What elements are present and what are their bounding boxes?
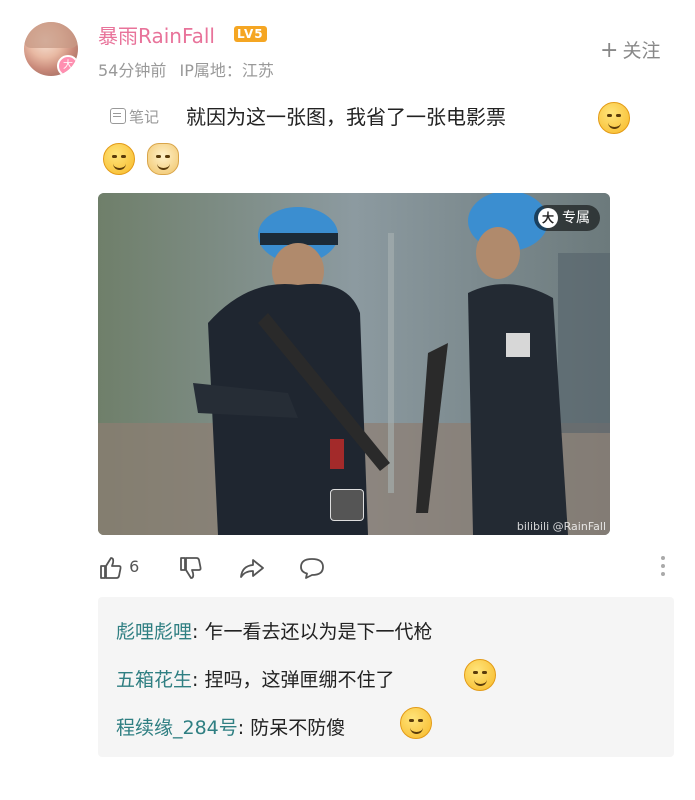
- comment-icon: [300, 557, 324, 579]
- note-tag: 笔记: [110, 106, 159, 127]
- reply-item[interactable]: 程续缘_284号: 防呆不防傻: [116, 713, 345, 740]
- action-bar: 6: [98, 552, 673, 582]
- plus-icon: +: [600, 38, 619, 63]
- reply-text: : 捏吗，这弹匣绷不住了: [192, 669, 395, 691]
- note-icon: [110, 108, 126, 124]
- avatar[interactable]: 大: [24, 22, 78, 76]
- note-label: 笔记: [129, 108, 160, 126]
- like-button[interactable]: 6: [98, 552, 139, 582]
- thumbs-down-icon: [180, 556, 202, 579]
- reply-item[interactable]: 五箱花生: 捏吗，这弹匣绷不住了: [116, 665, 394, 692]
- thumbs-up-icon: [100, 556, 122, 579]
- reply-list: 彪哩彪哩: 乍一看去还以为是下一代枪 五箱花生: 捏吗，这弹匣绷不住了 程续缘_…: [98, 597, 674, 757]
- post-time: 54分钟前: [98, 61, 167, 80]
- laughing-emoji: [400, 707, 432, 739]
- reply-text: : 防呆不防傻: [237, 717, 346, 739]
- reply-username[interactable]: 五箱花生: [116, 669, 192, 691]
- comment-button[interactable]: [298, 552, 326, 582]
- facepalm-emoji: [464, 659, 496, 691]
- image-watermark: bilibili @RainFall: [516, 520, 606, 533]
- dislike-button[interactable]: [178, 552, 204, 582]
- reply-username[interactable]: 彪哩彪哩: [116, 621, 192, 643]
- soldiers-photo: [98, 193, 610, 535]
- post-image[interactable]: 大专属 bilibili @RainFall: [98, 193, 610, 535]
- post-meta: 54分钟前 IP属地：江苏: [98, 57, 282, 81]
- username[interactable]: 暴雨RainFall: [98, 20, 215, 49]
- facepalm-emoji: [103, 143, 135, 175]
- more-options-icon[interactable]: [661, 556, 665, 580]
- like-count: 6: [129, 557, 140, 576]
- doge-emoji: [147, 143, 179, 175]
- thumbnail-icon: [330, 489, 364, 521]
- follow-button[interactable]: + 关注: [600, 36, 660, 63]
- ip-location: IP属地：江苏: [179, 61, 274, 80]
- tag-label: 专属: [562, 210, 590, 226]
- reply-username[interactable]: 程续缘_284号: [116, 717, 238, 739]
- reply-text: : 乍一看去还以为是下一代枪: [192, 621, 433, 643]
- post-text: 就因为这一张图，我省了一张电影票: [186, 105, 506, 129]
- level-badge: LV5: [234, 26, 267, 42]
- tag-icon: 大: [538, 208, 558, 228]
- share-icon: [240, 558, 264, 578]
- dizzy-face-emoji: [598, 102, 630, 134]
- follow-label: 关注: [622, 40, 661, 62]
- avatar-hair: [24, 22, 78, 48]
- avatar-badge: 大: [57, 55, 78, 76]
- exclusive-tag: 大专属: [534, 205, 600, 231]
- reply-item[interactable]: 彪哩彪哩: 乍一看去还以为是下一代枪: [116, 617, 432, 644]
- share-button[interactable]: [238, 552, 266, 582]
